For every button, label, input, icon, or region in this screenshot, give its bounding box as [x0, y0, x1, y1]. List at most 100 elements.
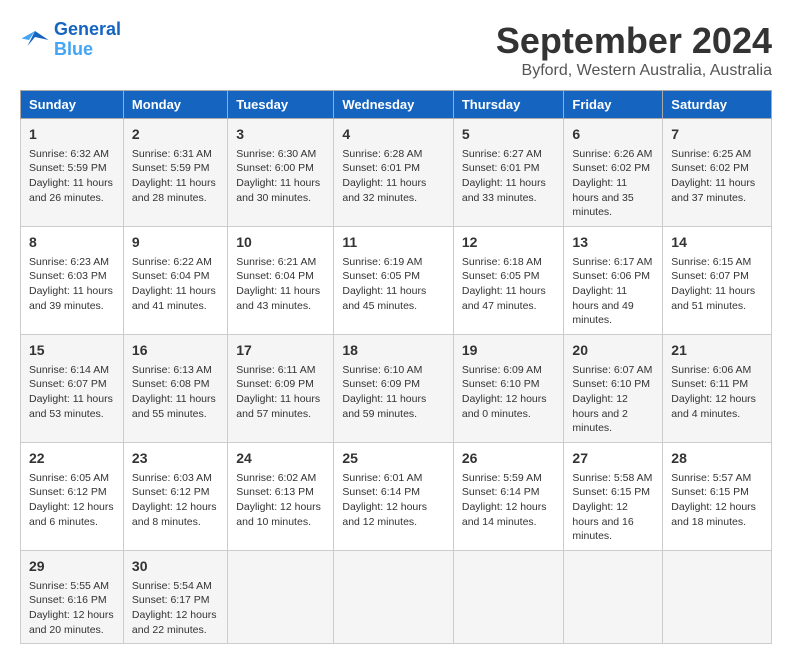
calendar-cell: 21 Sunrise: 6:06 AM Sunset: 6:11 PM Dayl… — [663, 335, 772, 443]
daylight: Daylight: 12 hours and 14 minutes. — [462, 500, 556, 529]
calendar-cell: 22 Sunrise: 6:05 AM Sunset: 6:12 PM Dayl… — [21, 443, 124, 551]
daylight: Daylight: 11 hours and 53 minutes. — [29, 392, 115, 421]
logo-text: General Blue — [54, 20, 121, 60]
day-info: Sunrise: 6:17 AM Sunset: 6:06 PM Dayligh… — [572, 255, 654, 328]
sunrise: Sunrise: 6:03 AM — [132, 471, 219, 486]
sunrise: Sunrise: 6:05 AM — [29, 471, 115, 486]
calendar-cell: 4 Sunrise: 6:28 AM Sunset: 6:01 PM Dayli… — [334, 119, 454, 227]
sunrise: Sunrise: 6:15 AM — [671, 255, 763, 270]
daylight: Daylight: 11 hours and 43 minutes. — [236, 284, 325, 313]
daylight: Daylight: 11 hours and 51 minutes. — [671, 284, 763, 313]
day-info: Sunrise: 6:01 AM Sunset: 6:14 PM Dayligh… — [342, 471, 445, 530]
day-info: Sunrise: 6:15 AM Sunset: 6:07 PM Dayligh… — [671, 255, 763, 314]
day-info: Sunrise: 6:07 AM Sunset: 6:10 PM Dayligh… — [572, 363, 654, 436]
day-info: Sunrise: 5:55 AM Sunset: 6:16 PM Dayligh… — [29, 579, 115, 638]
day-number: 17 — [236, 341, 325, 361]
calendar-cell: 23 Sunrise: 6:03 AM Sunset: 6:12 PM Dayl… — [123, 443, 227, 551]
day-info: Sunrise: 6:32 AM Sunset: 5:59 PM Dayligh… — [29, 147, 115, 206]
sunrise: Sunrise: 6:09 AM — [462, 363, 556, 378]
daylight: Daylight: 11 hours and 45 minutes. — [342, 284, 445, 313]
calendar-cell: 11 Sunrise: 6:19 AM Sunset: 6:05 PM Dayl… — [334, 227, 454, 335]
sunset: Sunset: 6:17 PM — [132, 593, 219, 608]
daylight: Daylight: 12 hours and 4 minutes. — [671, 392, 763, 421]
day-number: 15 — [29, 341, 115, 361]
col-wednesday: Wednesday — [334, 91, 454, 119]
sunset: Sunset: 6:07 PM — [671, 269, 763, 284]
week-row-5: 29 Sunrise: 5:55 AM Sunset: 6:16 PM Dayl… — [21, 551, 772, 644]
day-info: Sunrise: 6:13 AM Sunset: 6:08 PM Dayligh… — [132, 363, 219, 422]
sunset: Sunset: 6:15 PM — [572, 485, 654, 500]
sunset: Sunset: 6:12 PM — [29, 485, 115, 500]
sunrise: Sunrise: 6:13 AM — [132, 363, 219, 378]
day-info: Sunrise: 6:27 AM Sunset: 6:01 PM Dayligh… — [462, 147, 556, 206]
daylight: Daylight: 11 hours and 55 minutes. — [132, 392, 219, 421]
calendar-cell: 5 Sunrise: 6:27 AM Sunset: 6:01 PM Dayli… — [453, 119, 564, 227]
daylight: Daylight: 11 hours and 47 minutes. — [462, 284, 556, 313]
sunrise: Sunrise: 6:14 AM — [29, 363, 115, 378]
sunrise: Sunrise: 6:26 AM — [572, 147, 654, 162]
day-number: 27 — [572, 449, 654, 469]
calendar-cell: 30 Sunrise: 5:54 AM Sunset: 6:17 PM Dayl… — [123, 551, 227, 644]
calendar-cell: 9 Sunrise: 6:22 AM Sunset: 6:04 PM Dayli… — [123, 227, 227, 335]
sunset: Sunset: 6:01 PM — [462, 161, 556, 176]
col-tuesday: Tuesday — [228, 91, 334, 119]
day-info: Sunrise: 6:21 AM Sunset: 6:04 PM Dayligh… — [236, 255, 325, 314]
day-number: 25 — [342, 449, 445, 469]
daylight: Daylight: 11 hours and 57 minutes. — [236, 392, 325, 421]
sunrise: Sunrise: 6:21 AM — [236, 255, 325, 270]
day-number: 28 — [671, 449, 763, 469]
sunset: Sunset: 6:16 PM — [29, 593, 115, 608]
calendar-cell: 16 Sunrise: 6:13 AM Sunset: 6:08 PM Dayl… — [123, 335, 227, 443]
sunset: Sunset: 6:15 PM — [671, 485, 763, 500]
day-number: 14 — [671, 233, 763, 253]
sunrise: Sunrise: 5:58 AM — [572, 471, 654, 486]
daylight: Daylight: 12 hours and 2 minutes. — [572, 392, 654, 436]
daylight: Daylight: 11 hours and 32 minutes. — [342, 176, 445, 205]
calendar-cell — [228, 551, 334, 644]
sunrise: Sunrise: 6:25 AM — [671, 147, 763, 162]
sunset: Sunset: 6:14 PM — [342, 485, 445, 500]
day-number: 18 — [342, 341, 445, 361]
day-number: 21 — [671, 341, 763, 361]
day-number: 9 — [132, 233, 219, 253]
calendar-cell: 14 Sunrise: 6:15 AM Sunset: 6:07 PM Dayl… — [663, 227, 772, 335]
calendar-cell: 7 Sunrise: 6:25 AM Sunset: 6:02 PM Dayli… — [663, 119, 772, 227]
day-number: 6 — [572, 125, 654, 145]
day-number: 24 — [236, 449, 325, 469]
sunset: Sunset: 6:10 PM — [572, 377, 654, 392]
day-info: Sunrise: 6:28 AM Sunset: 6:01 PM Dayligh… — [342, 147, 445, 206]
sunrise: Sunrise: 5:55 AM — [29, 579, 115, 594]
daylight: Daylight: 11 hours and 37 minutes. — [671, 176, 763, 205]
sunrise: Sunrise: 6:30 AM — [236, 147, 325, 162]
sunset: Sunset: 6:06 PM — [572, 269, 654, 284]
col-monday: Monday — [123, 91, 227, 119]
sunset: Sunset: 6:01 PM — [342, 161, 445, 176]
sunrise: Sunrise: 5:59 AM — [462, 471, 556, 486]
col-saturday: Saturday — [663, 91, 772, 119]
day-info: Sunrise: 6:11 AM Sunset: 6:09 PM Dayligh… — [236, 363, 325, 422]
sunrise: Sunrise: 6:23 AM — [29, 255, 115, 270]
day-info: Sunrise: 6:02 AM Sunset: 6:13 PM Dayligh… — [236, 471, 325, 530]
sunset: Sunset: 6:02 PM — [671, 161, 763, 176]
calendar-cell: 12 Sunrise: 6:18 AM Sunset: 6:05 PM Dayl… — [453, 227, 564, 335]
day-number: 26 — [462, 449, 556, 469]
daylight: Daylight: 11 hours and 41 minutes. — [132, 284, 219, 313]
day-info: Sunrise: 6:26 AM Sunset: 6:02 PM Dayligh… — [572, 147, 654, 220]
day-number: 3 — [236, 125, 325, 145]
col-sunday: Sunday — [21, 91, 124, 119]
day-info: Sunrise: 6:30 AM Sunset: 6:00 PM Dayligh… — [236, 147, 325, 206]
logo-icon — [20, 25, 50, 55]
day-info: Sunrise: 6:31 AM Sunset: 5:59 PM Dayligh… — [132, 147, 219, 206]
calendar-cell: 2 Sunrise: 6:31 AM Sunset: 5:59 PM Dayli… — [123, 119, 227, 227]
page-header: General Blue September 2024 Byford, West… — [20, 20, 772, 80]
week-row-4: 22 Sunrise: 6:05 AM Sunset: 6:12 PM Dayl… — [21, 443, 772, 551]
calendar-cell: 19 Sunrise: 6:09 AM Sunset: 6:10 PM Dayl… — [453, 335, 564, 443]
day-number: 22 — [29, 449, 115, 469]
calendar-cell: 27 Sunrise: 5:58 AM Sunset: 6:15 PM Dayl… — [564, 443, 663, 551]
sunset: Sunset: 6:14 PM — [462, 485, 556, 500]
week-row-2: 8 Sunrise: 6:23 AM Sunset: 6:03 PM Dayli… — [21, 227, 772, 335]
day-number: 16 — [132, 341, 219, 361]
daylight: Daylight: 11 hours and 26 minutes. — [29, 176, 115, 205]
calendar-cell: 6 Sunrise: 6:26 AM Sunset: 6:02 PM Dayli… — [564, 119, 663, 227]
sunset: Sunset: 6:05 PM — [342, 269, 445, 284]
